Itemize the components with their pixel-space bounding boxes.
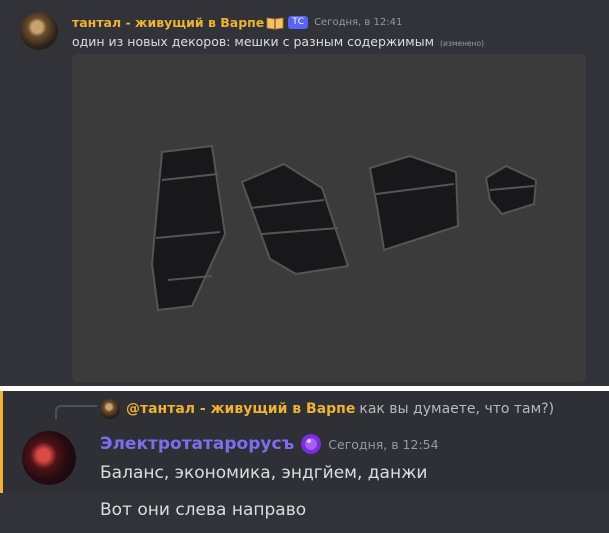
timestamp: Сегодня, в 12:54 bbox=[328, 436, 439, 452]
reply-connector bbox=[55, 405, 97, 419]
reply-avatar bbox=[100, 399, 120, 419]
message-body: один из новых декоров: мешки с разным со… bbox=[72, 34, 435, 49]
mention-highlight-bar bbox=[0, 391, 3, 493]
message-text: Вот они слева направо bbox=[100, 500, 307, 520]
message-3: Вот они слева направо bbox=[0, 493, 609, 533]
attachment-image[interactable] bbox=[72, 54, 586, 382]
avatar[interactable] bbox=[22, 431, 76, 485]
reply-text: как вы думаете, что там?) bbox=[359, 401, 555, 417]
reply-preview[interactable]: @тантал - живущий в Варпе как вы думаете… bbox=[100, 399, 554, 419]
bags-render bbox=[150, 144, 538, 312]
bag-1 bbox=[150, 144, 227, 312]
message-header: тантал - живущий в Варпе ТС Сегодня, в 1… bbox=[72, 12, 402, 32]
open-book-icon bbox=[266, 15, 284, 30]
edited-label: (изменено) bbox=[440, 39, 485, 48]
bag-2 bbox=[240, 162, 350, 276]
author-name[interactable]: Электротатарорусъ bbox=[100, 434, 294, 454]
bag-4 bbox=[484, 164, 538, 216]
role-tag: ТС bbox=[288, 15, 309, 29]
message-text: один из новых декоров: мешки с разным со… bbox=[72, 34, 484, 49]
timestamp: Сегодня, в 12:41 bbox=[314, 16, 403, 28]
message-header: Электротатарорусъ Сегодня, в 12:54 bbox=[100, 433, 439, 455]
reply-author[interactable]: @тантал - живущий в Варпе bbox=[126, 401, 355, 417]
message-text: Баланс, экономика, эндгйем, данжи bbox=[100, 463, 428, 483]
author-name[interactable]: тантал - живущий в Варпе bbox=[72, 15, 264, 30]
message-1: тантал - живущий в Варпе ТС Сегодня, в 1… bbox=[0, 0, 609, 386]
purple-orb-icon bbox=[300, 433, 322, 455]
bag-3 bbox=[368, 154, 460, 252]
avatar[interactable] bbox=[20, 12, 58, 50]
message-2: @тантал - живущий в Варпе как вы думаете… bbox=[0, 391, 609, 493]
